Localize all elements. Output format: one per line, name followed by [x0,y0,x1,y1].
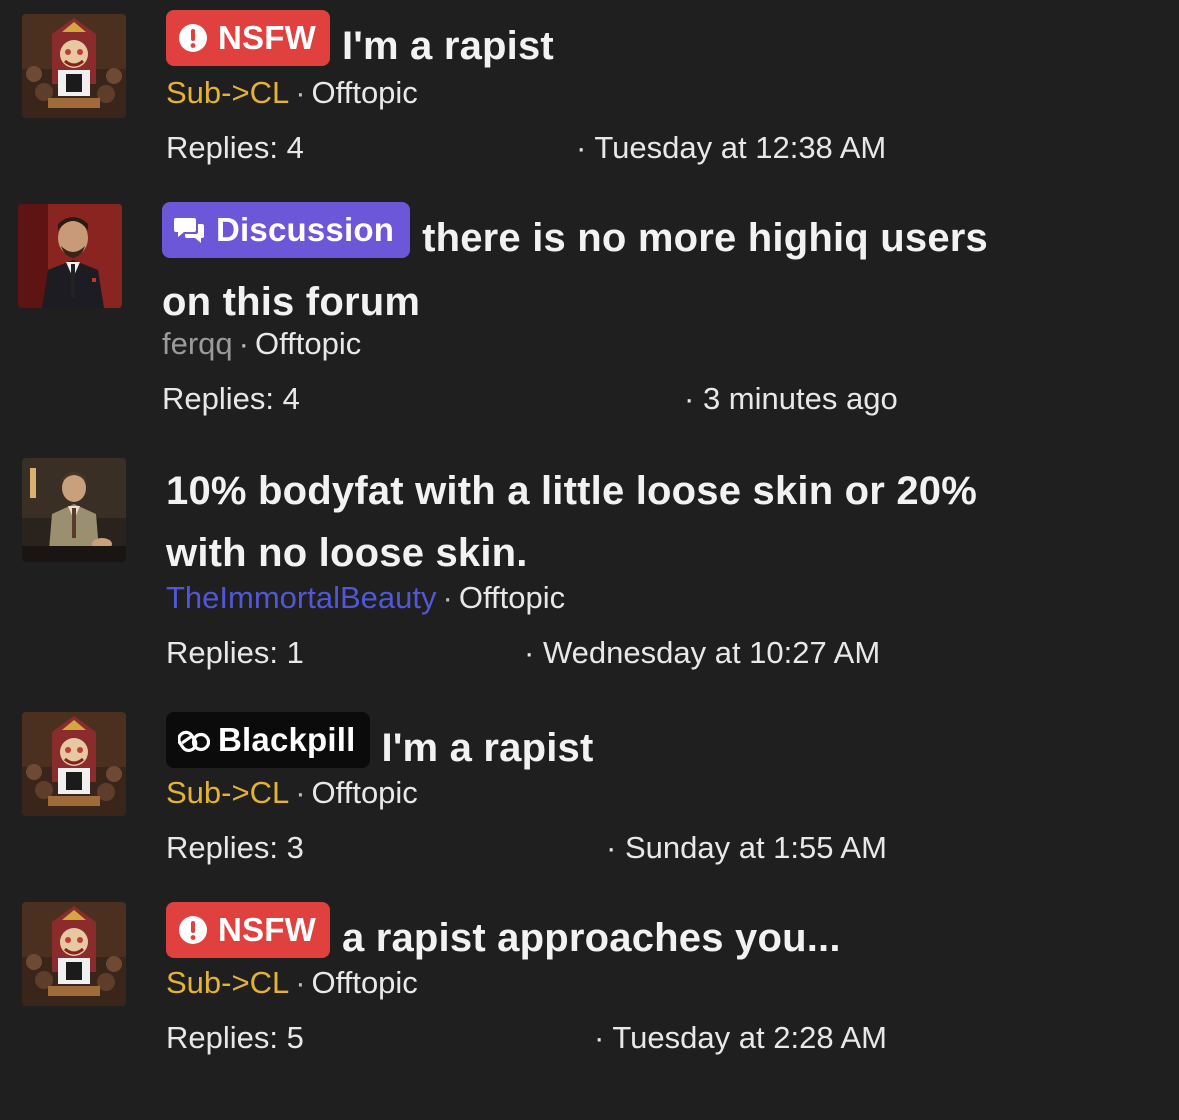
thread-title[interactable]: there is no more highiq users [422,216,988,260]
chat-bubbles-icon [174,218,204,243]
last-post-date[interactable]: Tuesday at 2:28 AM [612,1020,887,1055]
separator-dot: · [684,381,695,416]
suited-man-avatar [18,204,122,308]
separator-dot: · [606,830,617,865]
pills-icon [178,730,210,753]
seated-man-avatar [22,458,126,562]
nsfw-prefix-badge[interactable]: NSFW [166,10,330,66]
prefix-label: NSFW [218,19,316,56]
user-avatar[interactable] [22,458,126,562]
separator-dot: · [295,75,306,110]
throne-king-avatar [22,14,126,118]
separator-dot: · [295,965,306,1000]
last-post-date[interactable]: Tuesday at 12:38 AM [594,130,886,165]
replies-count: Replies: 4 [166,130,304,165]
author-link[interactable]: Sub->CL [166,775,289,810]
author-link[interactable]: Sub->CL [166,75,289,110]
thread-title-continued[interactable]: on this forum [162,280,420,324]
separator-dot: · [576,130,587,165]
thread-date-wrap: · Tuesday at 2:28 AM [594,1018,887,1058]
user-avatar[interactable] [18,204,122,308]
user-avatar[interactable] [22,14,126,118]
forum-link[interactable]: Offtopic [312,75,418,110]
forum-link[interactable]: Offtopic [255,326,361,361]
last-post-date[interactable]: Sunday at 1:55 AM [625,830,887,865]
replies-count: Replies: 4 [162,381,300,416]
forum-link[interactable]: Offtopic [459,580,565,615]
thread-stats: Replies: 5 · Tuesday at 2:28 AM [166,1018,1139,1058]
thread-meta: Sub->CL · Offtopic [166,773,1139,813]
blackpill-prefix-badge[interactable]: Blackpill [166,712,370,768]
separator-dot: · [524,635,535,670]
thread-stats: Replies: 4 · 3 minutes ago [162,379,1139,419]
replies-count: Replies: 5 [166,1020,304,1055]
separator-dot: · [295,775,306,810]
prefix-label: Blackpill [218,721,356,758]
thread-date-wrap: · Sunday at 1:55 AM [606,828,887,868]
thread-title[interactable]: I'm a rapist [342,24,554,68]
author-link[interactable]: Sub->CL [166,965,289,1000]
exclamation-circle-icon [179,24,207,52]
author-link[interactable]: ferqq [162,326,233,361]
last-post-date[interactable]: Wednesday at 10:27 AM [543,635,880,670]
thread-date-wrap: · Wednesday at 10:27 AM [524,633,880,673]
thread-title[interactable]: 10% bodyfat with a little loose skin or … [166,469,977,513]
prefix-label: NSFW [218,911,316,948]
separator-dot: · [238,326,249,361]
nsfw-prefix-badge[interactable]: NSFW [166,902,330,958]
thread-title[interactable]: I'm a rapist [382,726,594,770]
discussion-prefix-badge[interactable]: Discussion [162,202,411,258]
user-avatar[interactable] [22,902,126,1006]
thread-stats: Replies: 1 · Wednesday at 10:27 AM [166,633,1139,673]
replies-count: Replies: 3 [166,830,304,865]
thread-date-wrap: · 3 minutes ago [684,379,898,419]
thread-date-wrap: · Tuesday at 12:38 AM [576,128,886,168]
thread-meta: TheImmortalBeauty · Offtopic [166,578,1139,618]
prefix-label: Discussion [216,211,395,248]
separator-dot: · [442,580,453,615]
exclamation-circle-icon [179,916,207,944]
throne-king-avatar [22,712,126,816]
thread-meta: Sub->CL · Offtopic [166,73,1139,113]
replies-count: Replies: 1 [166,635,304,670]
throne-king-avatar [22,902,126,1006]
thread-stats: Replies: 4 · Tuesday at 12:38 AM [166,128,1139,168]
forum-link[interactable]: Offtopic [312,965,418,1000]
thread-title-continued[interactable]: with no loose skin. [166,531,528,575]
last-post-date[interactable]: 3 minutes ago [703,381,898,416]
forum-link[interactable]: Offtopic [312,775,418,810]
separator-dot: · [594,1020,605,1055]
thread-stats: Replies: 3 · Sunday at 1:55 AM [166,828,1139,868]
thread-meta: ferqq · Offtopic [162,324,1139,364]
author-link[interactable]: TheImmortalBeauty [166,580,437,615]
thread-title[interactable]: a rapist approaches you... [342,916,841,960]
user-avatar[interactable] [22,712,126,816]
